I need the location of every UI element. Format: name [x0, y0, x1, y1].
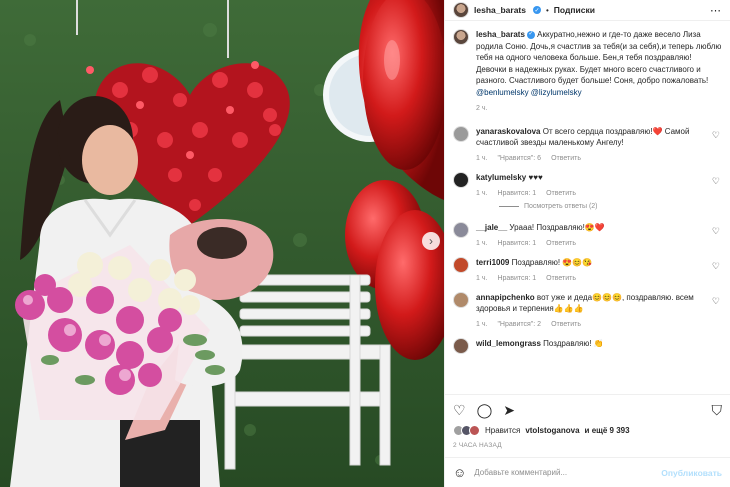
comment-text: ♥♥♥ — [528, 173, 543, 182]
reply-button[interactable]: Ответить — [546, 240, 576, 247]
next-photo-button[interactable]: › — [422, 232, 440, 250]
comment-bubble-icon[interactable]: ◯ — [477, 403, 493, 417]
comment-avatar[interactable] — [453, 292, 469, 308]
share-paper-plane-icon[interactable]: ➤ — [503, 403, 515, 417]
reply-button[interactable]: Ответить — [551, 155, 581, 162]
comment-likes[interactable]: Нравится: 1 — [497, 240, 536, 247]
comment-item: terri1009 Поздравляю! 😍😊😘 1 ч. Нравится: … — [453, 257, 722, 282]
chevron-right-icon: › — [429, 234, 433, 248]
comment-item: annapipchenko вот уже и деда😊😊😊, поздрав… — [453, 292, 722, 328]
caption-avatar[interactable] — [453, 29, 469, 45]
comment-avatar[interactable] — [453, 172, 469, 188]
comment-time: 1 ч. — [476, 321, 488, 328]
view-replies-label[interactable]: Посмотреть ответы (2) — [524, 203, 598, 210]
comment-time: 1 ч. — [476, 190, 488, 197]
liker-avatars — [453, 425, 480, 436]
post-time-ago: 2 ЧАСА НАЗАД — [453, 442, 502, 449]
liker-avatar — [469, 425, 480, 436]
like-heart-icon[interactable]: ♡ — [453, 403, 466, 417]
comment-avatar[interactable] — [453, 338, 469, 354]
likes-count[interactable]: и ещё 9 393 — [585, 426, 630, 435]
comment-username[interactable]: terri1009 — [476, 258, 509, 267]
photo-illustration — [0, 0, 444, 487]
comment-time: 1 ч. — [476, 240, 488, 247]
comment-likes[interactable]: Нравится: 1 — [497, 190, 536, 197]
comment-item: __jale__ Урааа! Поздравляю!😍❤️ 1 ч. Нрави… — [453, 222, 722, 247]
comments-list[interactable]: lesha_barats ✓ Аккуратно,нежно и где-то д… — [445, 21, 730, 394]
caption-text: lesha_barats ✓ Аккуратно,нежно и где-то д… — [476, 29, 722, 98]
like-comment-icon[interactable]: ♡ — [712, 226, 720, 237]
action-icons: ♡ ◯ ➤ ⛉ — [453, 401, 722, 419]
comment-likes[interactable]: Нравится: 1 — [497, 275, 536, 282]
following-button[interactable]: Подписки — [554, 5, 595, 15]
like-comment-icon[interactable]: ♡ — [712, 261, 720, 272]
post-caption: lesha_barats ✓ Аккуратно,нежно и где-то д… — [453, 29, 722, 112]
comment-item: yanaraskovalova От всего сердца поздравл… — [453, 126, 722, 162]
comment-text: Урааа! Поздравляю!😍❤️ — [509, 223, 605, 232]
comment-likes[interactable]: "Нравится": 2 — [497, 321, 541, 328]
more-options-icon[interactable]: ⋯ — [710, 4, 722, 17]
post-actions: ♡ ◯ ➤ ⛉ Нравится vtolstoganova и ещё 9 3… — [445, 394, 730, 449]
comment-avatar[interactable] — [453, 257, 469, 273]
verified-icon: ✓ — [532, 6, 541, 14]
comment-text: Поздравляю! 😍😊😘 — [511, 258, 593, 267]
comment-time: 1 ч. — [476, 155, 488, 162]
comment-username[interactable]: katylumelsky — [476, 173, 526, 182]
caption-mentions[interactable]: @benlumelsky @lizylumelsky — [476, 88, 582, 97]
comment-time: 1 ч. — [476, 275, 488, 282]
reply-button[interactable]: Ответить — [551, 321, 581, 328]
reply-button[interactable]: Ответить — [546, 275, 576, 282]
comment-username[interactable]: annapipchenko — [476, 293, 535, 302]
author-username[interactable]: lesha_barats — [474, 5, 526, 15]
instagram-post-window: › lesha_barats ✓ • Подписки ⋯ lesha_bara… — [0, 0, 730, 487]
likes-summary[interactable]: Нравится vtolstoganova и ещё 9 393 — [453, 425, 722, 436]
comment-username[interactable]: __jale__ — [476, 223, 507, 232]
emoji-icon[interactable]: ☺ — [453, 465, 466, 480]
author-avatar[interactable] — [453, 2, 469, 18]
like-comment-icon[interactable]: ♡ — [712, 130, 720, 141]
likes-prefix: Нравится — [485, 426, 521, 435]
verified-icon: ✓ — [526, 30, 535, 39]
comment-item: wild_lemongrass Поздравляю! 👏 — [453, 338, 722, 354]
post-sidebar: lesha_barats ✓ • Подписки ⋯ lesha_barats… — [444, 0, 730, 487]
comment-avatar[interactable] — [453, 126, 469, 142]
like-comment-icon[interactable]: ♡ — [712, 176, 720, 187]
post-photo[interactable]: › — [0, 0, 444, 487]
view-replies-button[interactable]: Посмотреть ответы (2) — [499, 203, 722, 210]
likes-user[interactable]: vtolstoganova — [525, 426, 579, 435]
publish-button[interactable]: Опубликовать — [661, 468, 722, 478]
comment-text: Поздравляю! 👏 — [543, 339, 604, 348]
caption-username[interactable]: lesha_barats — [476, 30, 525, 39]
comment-username[interactable]: wild_lemongrass — [476, 339, 541, 348]
comment-input[interactable] — [474, 468, 654, 477]
caption-time: 2 ч. — [476, 105, 488, 112]
comment-likes[interactable]: "Нравится": 6 — [497, 155, 541, 162]
replies-line — [499, 206, 519, 207]
add-comment-bar: ☺ Опубликовать — [445, 457, 730, 487]
reply-button[interactable]: Ответить — [546, 190, 576, 197]
comment-username[interactable]: yanaraskovalova — [476, 127, 541, 136]
post-header: lesha_barats ✓ • Подписки ⋯ — [445, 0, 730, 21]
like-comment-icon[interactable]: ♡ — [712, 296, 720, 307]
separator-dot: • — [545, 5, 549, 15]
comment-avatar[interactable] — [453, 222, 469, 238]
comment-item: katylumelsky ♥♥♥ 1 ч. Нравится: 1 Ответить… — [453, 172, 722, 197]
bookmark-icon[interactable]: ⛉ — [712, 403, 723, 417]
